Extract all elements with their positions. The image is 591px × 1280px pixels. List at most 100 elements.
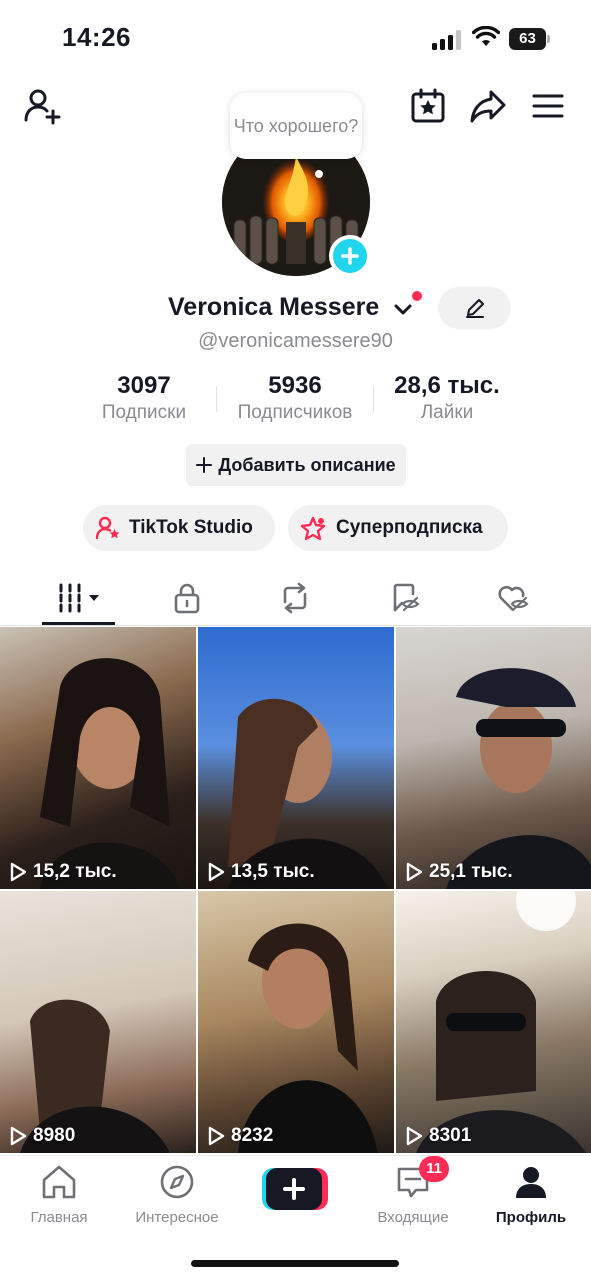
profile-tabs <box>0 570 591 626</box>
view-count: 15,2 тыс. <box>9 861 117 883</box>
play-icon <box>10 1126 27 1146</box>
video-tile[interactable]: 15,2 тыс. <box>0 627 196 889</box>
view-count: 8232 <box>207 1125 273 1147</box>
add-bio-label: Добавить описание <box>218 454 396 475</box>
view-count-text: 8301 <box>429 1125 472 1146</box>
play-icon <box>10 862 27 882</box>
tiktok-studio-label: TikTok Studio <box>129 517 253 538</box>
add-friend-button[interactable] <box>20 84 64 128</box>
stat-likes[interactable]: 28,6 тыс. Лайки <box>382 372 512 424</box>
video-thumbnail <box>228 698 388 889</box>
calendar-button[interactable] <box>406 84 450 128</box>
status-time: 14:26 <box>62 22 131 52</box>
home-indicator <box>191 1260 399 1267</box>
view-count: 25,1 тыс. <box>405 861 513 883</box>
stat-label: Лайки <box>420 402 474 423</box>
signal-icon <box>432 30 461 50</box>
tab-liked[interactable] <box>476 570 550 626</box>
tab-videos[interactable] <box>42 570 115 626</box>
video-thumbnail <box>416 891 586 1153</box>
tab-reposts[interactable] <box>258 570 332 626</box>
studio-icon <box>95 516 120 540</box>
edit-profile-button[interactable] <box>438 287 511 329</box>
status-bubble-text: Что хорошего? <box>233 116 359 136</box>
bubble-tail <box>315 170 323 178</box>
display-name[interactable]: Veronica Messere <box>168 293 379 322</box>
video-tile[interactable]: 25,1 тыс. <box>396 627 591 889</box>
share-button[interactable] <box>466 84 510 128</box>
create-button[interactable] <box>262 1168 328 1210</box>
add-friend-icon <box>24 89 61 125</box>
share-icon <box>470 90 506 123</box>
video-thumbnail <box>446 668 591 889</box>
add-bio-button[interactable]: Добавить описание <box>186 444 406 486</box>
play-icon <box>406 862 423 882</box>
grid-icon <box>59 583 99 613</box>
status-bubble[interactable]: Что хорошего? <box>230 93 362 159</box>
bookmark-hidden-icon <box>393 583 420 612</box>
stat-divider <box>373 386 374 412</box>
video-thumbnail <box>40 658 180 889</box>
home-icon <box>42 1165 76 1199</box>
nav-home[interactable]: Главная <box>4 1164 114 1226</box>
play-icon <box>208 862 225 882</box>
tab-favorites[interactable] <box>368 570 442 626</box>
view-count: 8980 <box>9 1125 75 1147</box>
heart-hidden-icon <box>498 585 529 612</box>
video-tile[interactable]: 13,5 тыс. <box>198 627 394 889</box>
video-tile[interactable]: 8232 <box>198 891 394 1153</box>
view-count-text: 15,2 тыс. <box>33 861 117 882</box>
video-tile[interactable]: 8301 <box>396 891 591 1153</box>
profile-icon <box>516 1167 546 1198</box>
stat-label: Подписчиков <box>237 402 353 423</box>
tiktok-studio-button[interactable]: TikTok Studio <box>83 505 275 551</box>
nav-label: Главная <box>30 1209 88 1226</box>
view-count-text: 25,1 тыс. <box>429 861 513 882</box>
view-count-text: 8980 <box>33 1125 76 1146</box>
video-tile[interactable]: 8980 <box>0 891 196 1153</box>
repost-icon <box>283 582 307 614</box>
profile-stats: 3097 Подписки 5936 Подписчиков 28,6 тыс.… <box>0 372 591 428</box>
video-grid: 15,2 тыс. 13,5 тыс. 25,1 тыс. 8980 8232 <box>0 627 591 1155</box>
tab-private[interactable] <box>150 570 224 626</box>
nav-discover[interactable]: Интересное <box>122 1164 232 1226</box>
play-icon <box>208 1126 225 1146</box>
plus-icon <box>341 247 359 265</box>
status-bar: 14:26 63 <box>0 0 591 78</box>
view-count: 8301 <box>405 1125 471 1147</box>
view-count-text: 13,5 тыс. <box>231 861 315 882</box>
stat-following[interactable]: 3097 Подписки <box>93 372 195 424</box>
nav-label: Интересное <box>135 1209 219 1226</box>
battery-level: 63 <box>509 28 546 50</box>
stat-followers[interactable]: 5936 Подписчиков <box>228 372 362 424</box>
compass-icon <box>160 1165 194 1199</box>
view-count-text: 8232 <box>231 1125 274 1146</box>
stat-label: Подписки <box>101 402 187 423</box>
add-avatar-button[interactable] <box>329 235 371 277</box>
username: @veronicamessere90 <box>198 330 393 352</box>
super-subscription-icon <box>300 516 326 541</box>
menu-icon <box>532 94 564 118</box>
notification-dot <box>412 291 422 301</box>
calendar-star-icon <box>411 88 445 123</box>
battery-icon: 63 <box>509 28 551 50</box>
pencil-icon <box>465 299 484 318</box>
stat-divider <box>216 386 217 412</box>
nav-label: Профиль <box>495 1209 567 1226</box>
nav-profile[interactable]: Профиль <box>476 1164 586 1226</box>
super-subscription-label: Суперподписка <box>336 517 483 538</box>
nav-inbox[interactable]: Входящие <box>358 1164 468 1226</box>
stat-value: 3097 <box>117 372 171 399</box>
nav-label: Входящие <box>377 1209 449 1226</box>
super-subscription-button[interactable]: Суперподписка <box>288 505 508 551</box>
chevron-down-icon[interactable] <box>392 300 414 320</box>
wifi-icon <box>472 26 500 46</box>
active-tab-indicator <box>42 622 115 625</box>
inbox-badge: 11 <box>419 1156 449 1182</box>
view-count: 13,5 тыс. <box>207 861 315 883</box>
stat-value: 5936 <box>268 372 322 399</box>
plus-icon <box>196 457 213 473</box>
menu-button[interactable] <box>526 84 570 128</box>
stat-value: 28,6 тыс. <box>394 372 500 399</box>
name-row: Veronica Messere <box>0 287 591 331</box>
